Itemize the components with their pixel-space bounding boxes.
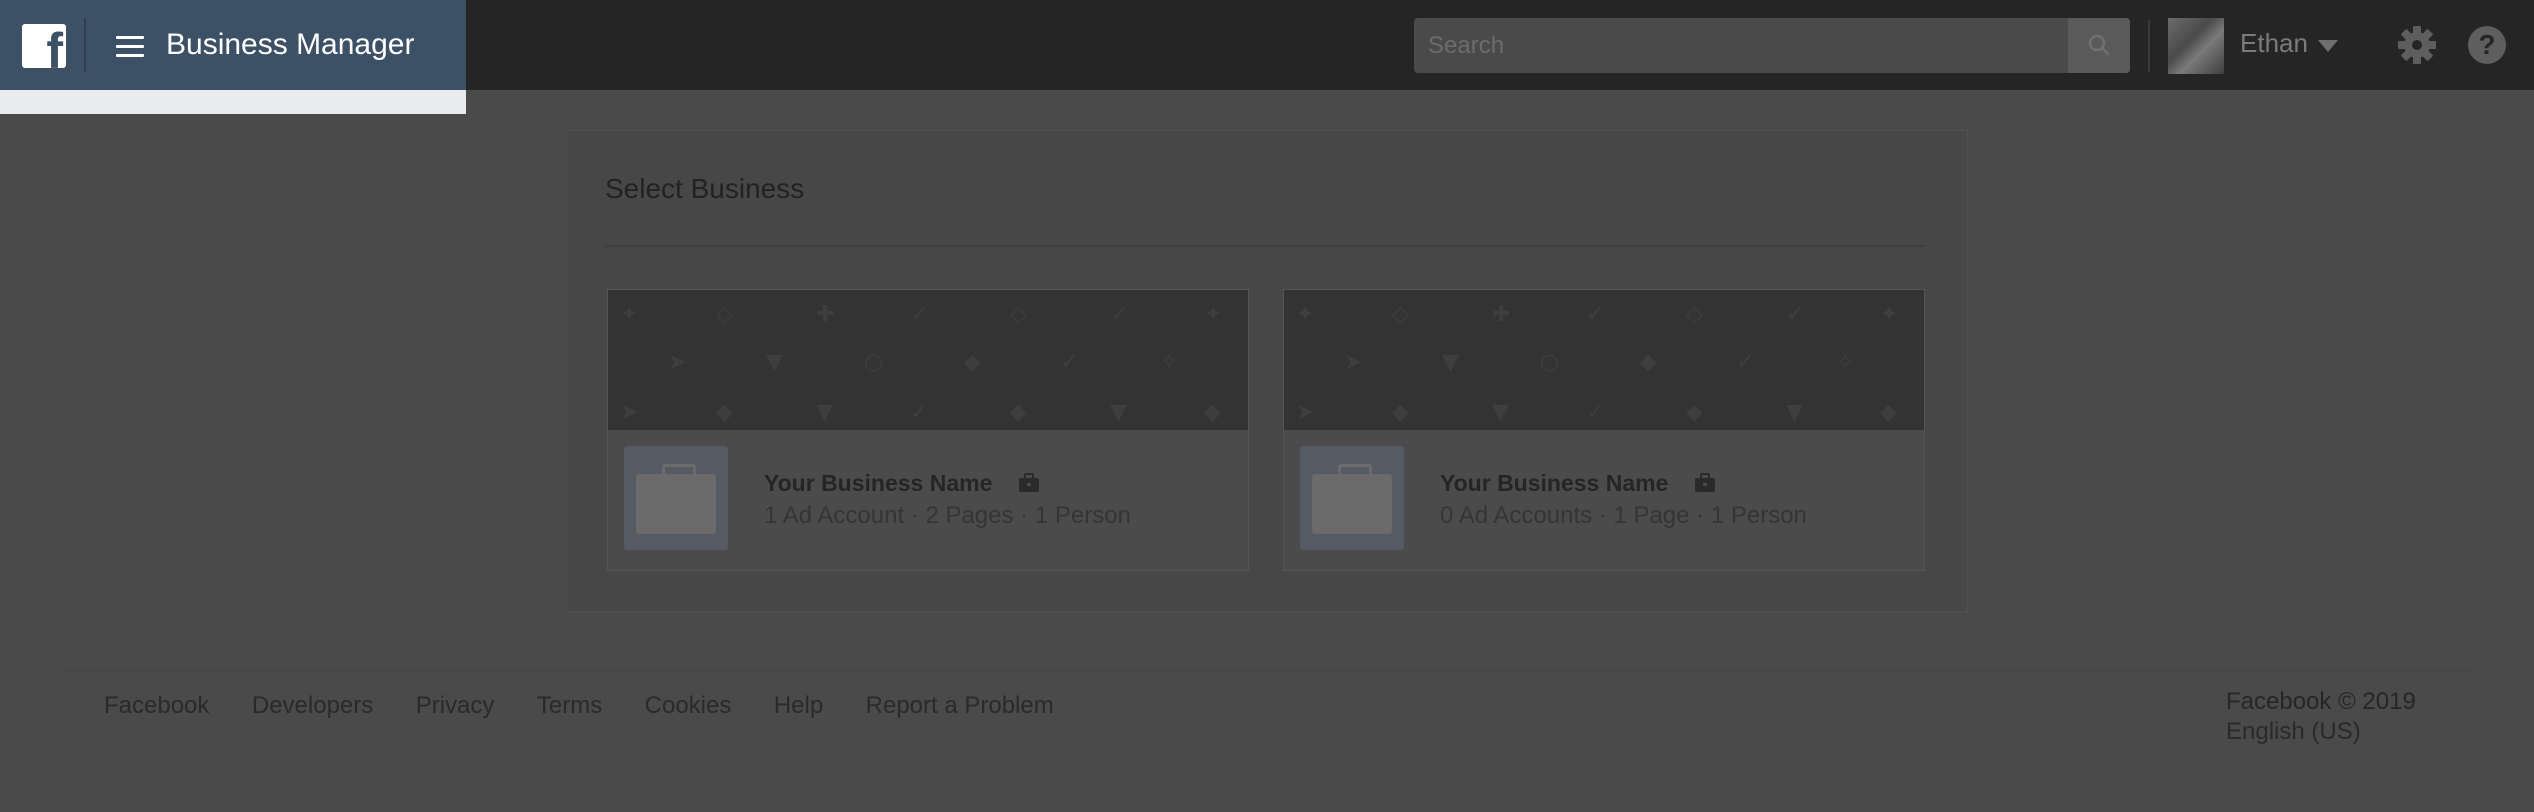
footer-link-report-problem[interactable]: Report a Problem xyxy=(866,692,1054,720)
search-button[interactable] xyxy=(2068,18,2130,73)
search-input[interactable] xyxy=(1414,18,2064,73)
business-stats: 0 Ad Accounts · 1 Page · 1 Person xyxy=(1440,502,1807,529)
footer-link-help[interactable]: Help xyxy=(774,692,823,720)
search-icon xyxy=(2088,34,2110,56)
gear-icon[interactable] xyxy=(2396,24,2438,66)
card-cover: ✦ ◇ ✚ ✓ ◇ ✓ ✦ ➤ ▼ ○ ◆ ✓ ✧ ➤ ◆ ▼ ✓ ◆ ▼ ◆ xyxy=(608,290,1248,430)
facebook-logo-icon[interactable]: f xyxy=(22,24,66,68)
help-icon[interactable]: ? xyxy=(2468,26,2506,64)
brand-header: f Business Manager xyxy=(0,0,466,90)
footer-link-cookies[interactable]: Cookies xyxy=(645,692,732,720)
top-bar: f Business Manager Ethan ? xyxy=(0,0,2534,90)
business-card[interactable]: ✦ ◇ ✚ ✓ ◇ ✓ ✦ ➤ ▼ ○ ◆ ✓ ✧ ➤ ◆ ▼ ✓ ◆ ▼ ◆ Your Business… xyxy=(607,289,1249,571)
footer-link-facebook[interactable]: Facebook xyxy=(104,692,209,720)
brand-divider xyxy=(84,18,86,72)
page-title: Select Business xyxy=(605,173,805,204)
briefcase-icon xyxy=(1019,473,1039,492)
business-thumbnail xyxy=(1300,446,1404,550)
chevron-down-icon[interactable] xyxy=(2318,40,2338,52)
card-cover: ✦ ◇ ✚ ✓ ◇ ✓ ✦ ➤ ▼ ○ ◆ ✓ ✧ ➤ ◆ ▼ ✓ ◆ ▼ ◆ xyxy=(1284,290,1924,430)
avatar[interactable] xyxy=(2168,18,2224,74)
footer-link-terms[interactable]: Terms xyxy=(537,692,602,720)
footer-divider xyxy=(62,670,2472,671)
user-name[interactable]: Ethan xyxy=(2240,28,2308,59)
hamburger-menu-icon[interactable] xyxy=(116,36,144,58)
app-title: Business Manager xyxy=(166,28,415,61)
brand-strip xyxy=(0,90,466,114)
select-business-panel: Select Business ✦ ◇ ✚ ✓ ◇ ✓ ✦ ➤ ▼ ○ ◆ ✓ ✧ ➤ ◆ ▼ ✓ ◆ … xyxy=(566,130,1968,612)
footer-link-privacy[interactable]: Privacy xyxy=(416,692,495,720)
footer-links: Facebook Developers Privacy Terms Cookie… xyxy=(104,692,1092,720)
search-box xyxy=(1414,18,2130,73)
topbar-divider xyxy=(2148,20,2150,72)
business-name: Your Business Name xyxy=(764,470,993,496)
business-card[interactable]: ✦ ◇ ✚ ✓ ◇ ✓ ✦ ➤ ▼ ○ ◆ ✓ ✧ ➤ ◆ ▼ ✓ ◆ ▼ ◆ Your Business… xyxy=(1283,289,1925,571)
language-selector[interactable]: English (US) xyxy=(2226,718,2361,746)
business-thumbnail xyxy=(624,446,728,550)
copyright-text: Facebook © 2019 xyxy=(2226,688,2416,715)
divider xyxy=(605,245,1925,247)
business-stats: 1 Ad Account · 2 Pages · 1 Person xyxy=(764,502,1131,529)
briefcase-icon xyxy=(1695,473,1715,492)
business-name: Your Business Name xyxy=(1440,470,1669,496)
footer-link-developers[interactable]: Developers xyxy=(252,692,373,720)
